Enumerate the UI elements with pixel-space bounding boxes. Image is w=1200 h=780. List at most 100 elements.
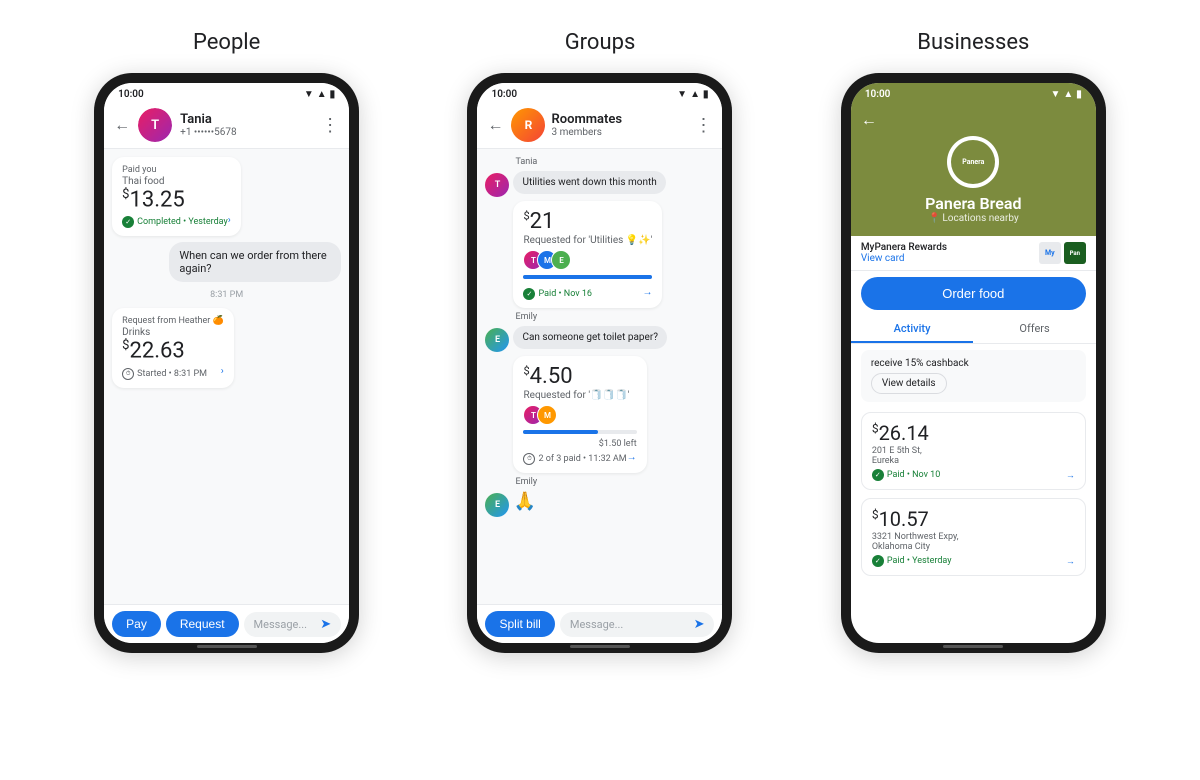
businesses-title: Businesses <box>917 30 1029 55</box>
arrow-thai: › <box>228 215 231 226</box>
tx2-amount: $10.57 <box>872 507 1075 531</box>
utilities-status-row: ✓ Paid • Nov 16 → <box>523 284 652 300</box>
clock-tp: ⏱ <box>523 453 535 465</box>
tab-offers[interactable]: Offers <box>973 316 1096 343</box>
contact-name-people: Tania <box>180 112 321 127</box>
tp-left-label: $1.50 left <box>523 439 636 449</box>
panera-logo-text: Panera <box>962 158 984 166</box>
status-bar-groups: 10:00 ▼ ▲ ▮ <box>477 83 722 102</box>
rewards-bar: MyPanera Rewards View card My Pan <box>851 236 1096 271</box>
payment-amount-heather: $22.63 <box>122 338 224 363</box>
contact-phone-people: +1 ••••••5678 <box>180 127 321 138</box>
groups-title: Groups <box>565 30 636 55</box>
signal-icon: ▼ <box>304 89 314 100</box>
progress-fill-utilities <box>523 275 652 279</box>
pay-button[interactable]: Pay <box>112 611 161 637</box>
payers-stack-tp: T M <box>523 405 636 425</box>
battery-icon-b: ▮ <box>1076 89 1082 100</box>
message-placeholder-people: Message... <box>254 618 308 631</box>
back-button-groups[interactable]: ← <box>487 115 503 135</box>
utilities-amount: $21 <box>523 209 652 234</box>
cashback-card: receive 15% cashback View details <box>861 350 1086 402</box>
emily-emoji-wrap: E 🙏 <box>485 491 714 517</box>
more-options-groups[interactable]: ⋮ <box>694 115 712 136</box>
split-bill-button[interactable]: Split bill <box>485 611 554 637</box>
check-tx2: ✓ <box>872 555 884 567</box>
biz-name: Panera Bread <box>925 194 1021 213</box>
payment-card-utilities[interactable]: $21 Requested for 'Utilities 💡✨' T M E ✓… <box>513 201 662 308</box>
progress-tp <box>523 430 636 434</box>
payment-status-heather: ⏱ Started • 8:31 PM › <box>122 364 224 380</box>
transaction-2[interactable]: $10.57 3321 Northwest Expy,Oklahoma City… <box>861 498 1086 576</box>
payment-card-heather[interactable]: Request from Heather 🍊 Drinks $22.63 ⏱ S… <box>112 308 234 387</box>
view-details-button[interactable]: View details <box>871 373 947 394</box>
groups-phone: 10:00 ▼ ▲ ▮ ← R Roommates 3 members ⋮ <box>467 73 732 653</box>
group-info: Roommates 3 members <box>551 112 694 138</box>
people-title: People <box>193 30 260 55</box>
emily-avatar-small: E <box>485 328 509 352</box>
rewards-logo-badge: My <box>1039 242 1061 264</box>
businesses-screen: 10:00 ▼ ▲ ▮ ← Panera Panera Bread <box>851 83 1096 643</box>
payment-card-thai[interactable]: Paid you Thai food $13.25 ✓ Completed • … <box>112 157 241 236</box>
people-column: People 10:00 ▼ ▲ ▮ ← T Tania +1 •••• <box>40 30 413 653</box>
businesses-phone: 10:00 ▼ ▲ ▮ ← Panera Panera Bread <box>841 73 1106 653</box>
tx1-status: ✓ Paid • Nov 10 → <box>872 469 1075 481</box>
chat-footer-people: Pay Request Message... ➤ <box>104 604 349 643</box>
back-button-biz[interactable]: ← <box>861 110 877 130</box>
sender-emily-2: Emily <box>515 477 714 487</box>
wifi-icon: ▲ <box>317 89 327 100</box>
group-members: 3 members <box>551 127 694 138</box>
biz-header-top: ← <box>861 110 1086 130</box>
status-time-groups: 10:00 <box>491 89 517 100</box>
panera-logo-inner: Panera <box>951 140 995 184</box>
emily-avatar-emoji: E <box>485 493 509 517</box>
payment-label-thai: Paid you <box>122 165 231 175</box>
signal-icon-g: ▼ <box>677 89 687 100</box>
home-indicator-biz <box>943 645 1003 648</box>
status-icons-people: ▼ ▲ ▮ <box>304 89 335 100</box>
group-avatar: R <box>511 108 545 142</box>
biz-location: 📍 Locations nearby <box>928 213 1019 224</box>
order-food-button[interactable]: Order food <box>861 277 1086 310</box>
more-options-people[interactable]: ⋮ <box>321 115 339 136</box>
send-icon-groups[interactable]: ➤ <box>694 617 705 632</box>
payment-label-heather: Request from Heather 🍊 <box>122 316 224 326</box>
rewards-link[interactable]: View card <box>861 253 947 264</box>
back-button-people[interactable]: ← <box>114 115 130 135</box>
message-input-people[interactable]: Message... ➤ <box>244 612 342 637</box>
home-indicator-people <box>197 645 257 648</box>
chat-header-groups[interactable]: ← R Roommates 3 members ⋮ <box>477 102 722 149</box>
send-icon-people[interactable]: ➤ <box>320 617 331 632</box>
battery-icon-g: ▮ <box>703 89 709 100</box>
message-input-groups[interactable]: Message... ➤ <box>560 612 715 637</box>
biz-logo: Panera <box>947 136 999 188</box>
status-time-people: 10:00 <box>118 89 144 100</box>
check-tx1: ✓ <box>872 469 884 481</box>
rewards-label: MyPanera Rewards <box>861 242 947 253</box>
payment-card-tp[interactable]: $4.50 Requested for '🧻🧻🧻' T M $1.50 left… <box>513 356 646 473</box>
sender-tania: Tania <box>515 157 714 167</box>
request-button[interactable]: Request <box>166 611 239 637</box>
rewards-info: MyPanera Rewards View card <box>861 242 947 264</box>
group-name: Roommates <box>551 112 694 127</box>
tab-activity[interactable]: Activity <box>851 316 974 343</box>
tp-status-row: ⏱ 2 of 3 paid • 11:32 AM → <box>523 449 636 465</box>
payers-stack-utilities: T M E <box>523 250 652 270</box>
tp-amount: $4.50 <box>523 364 636 389</box>
chat-header-people[interactable]: ← T Tania +1 ••••••5678 ⋮ <box>104 102 349 149</box>
chat-body-groups: Tania T Utilities went down this month $… <box>477 149 722 604</box>
progress-fill-tp <box>523 430 598 434</box>
cashback-text: receive 15% cashback <box>871 358 1076 369</box>
location-pin-icon: 📍 <box>928 213 940 224</box>
progress-utilities <box>523 275 652 279</box>
rewards-logo-wrap: My Pan <box>1039 242 1086 264</box>
biz-tab-bar: Activity Offers <box>851 316 1096 344</box>
payment-status-thai: ✓ Completed • Yesterday › <box>122 212 231 228</box>
tania-avatar-small: T <box>485 173 509 197</box>
status-bar-biz: 10:00 ▼ ▲ ▮ <box>851 83 1096 102</box>
emily-text-bubble: Can someone get toilet paper? <box>513 326 666 349</box>
biz-header: ← Panera Panera Bread 📍 Locations nearby <box>851 102 1096 236</box>
wifi-icon-b: ▲ <box>1063 89 1073 100</box>
tx2-address: 3321 Northwest Expy,Oklahoma City <box>872 532 1075 552</box>
transaction-1[interactable]: $26.14 201 E 5th St,Eureka ✓ Paid • Nov … <box>861 412 1086 490</box>
